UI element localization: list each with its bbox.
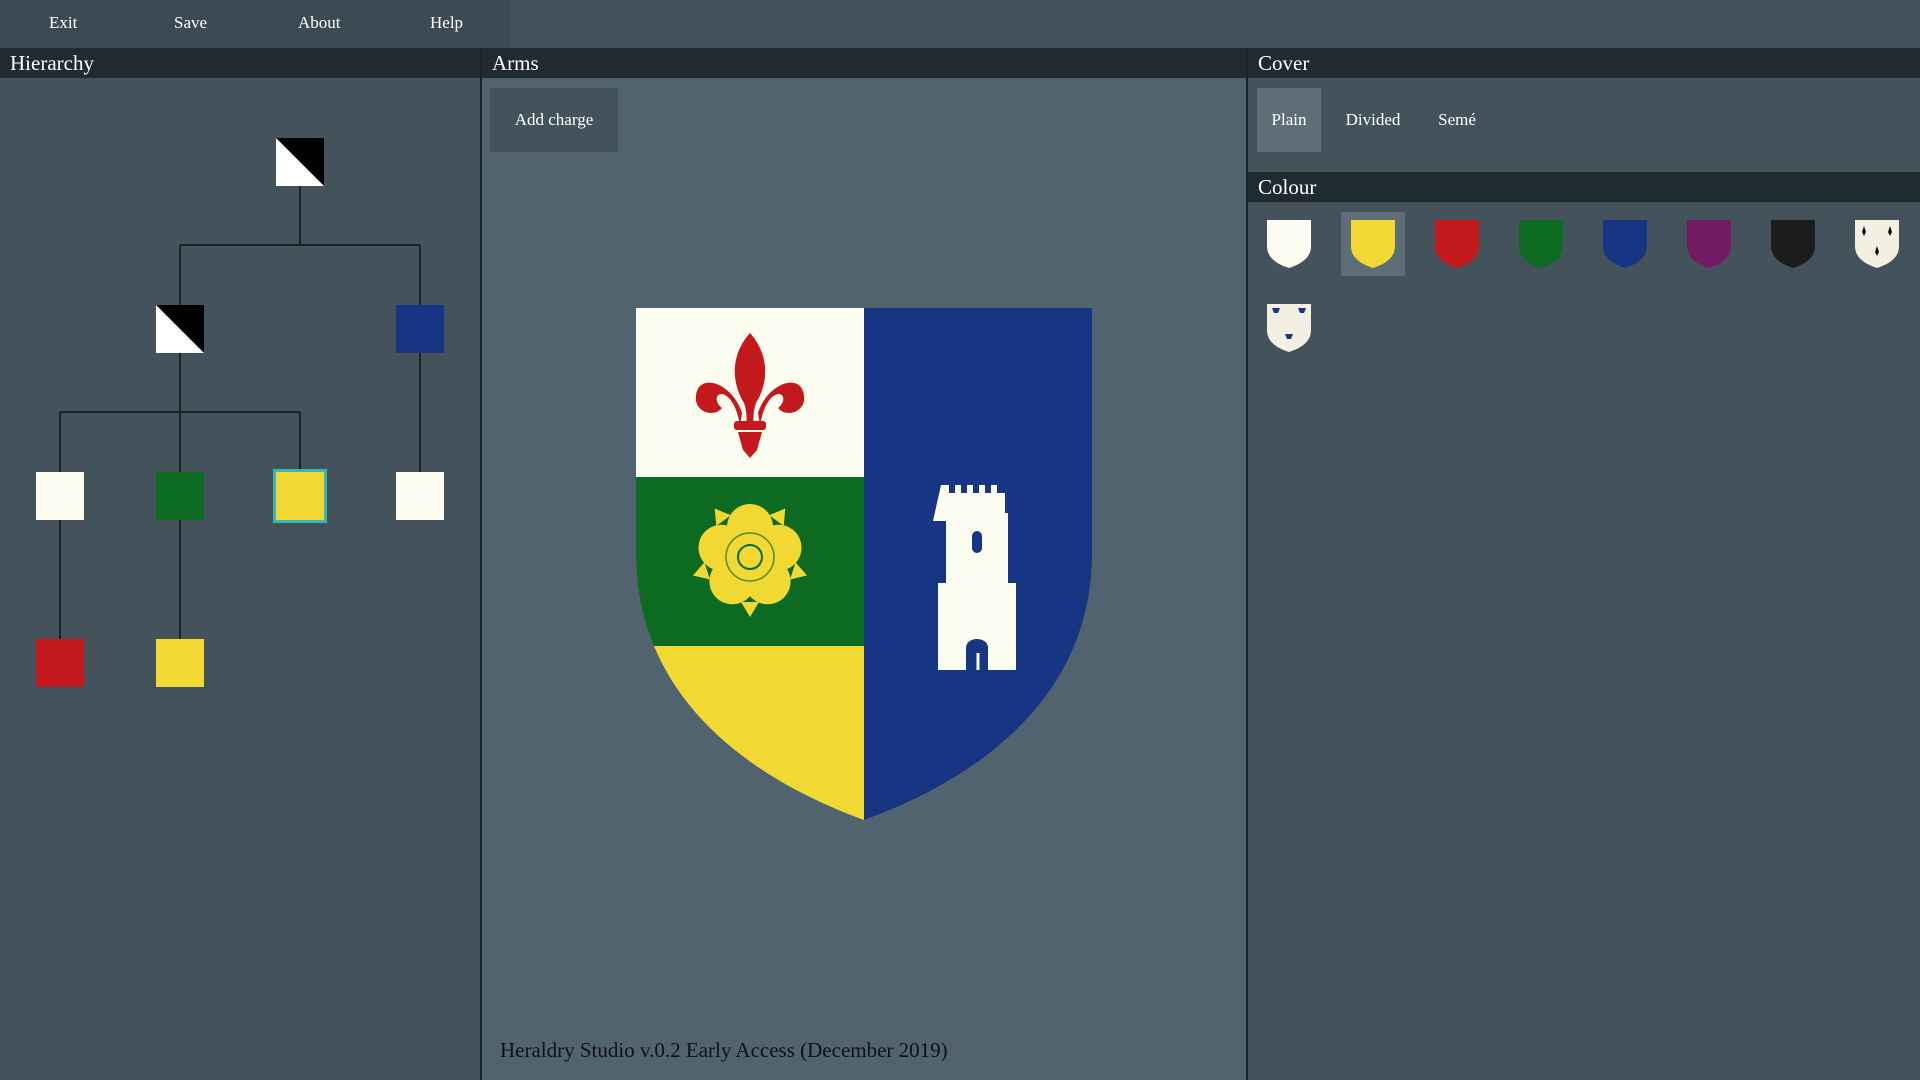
coat-of-arms-shield[interactable]: [636, 308, 1092, 820]
node-argent-quarter[interactable]: [36, 472, 84, 520]
colour-vair-swatch[interactable]: [1257, 296, 1321, 360]
colour-purpure-swatch[interactable]: [1677, 212, 1741, 276]
node-gules-charge[interactable]: [36, 639, 84, 687]
colour-or-swatch[interactable]: [1341, 212, 1405, 276]
hierarchy-panel: [0, 78, 480, 1080]
colour-header: Colour: [1248, 172, 1920, 202]
node-or-quarter[interactable]: [273, 469, 327, 523]
version-label: Heraldry Studio v.0.2 Early Access (Dece…: [500, 1038, 948, 1062]
menu-bar: Exit Save About Help: [0, 0, 1920, 48]
node-or-charge[interactable]: [156, 639, 204, 687]
hierarchy-header: Hierarchy: [0, 48, 480, 78]
cover-plain-button[interactable]: Plain: [1257, 88, 1321, 152]
cover-seme-button[interactable]: Semé: [1425, 88, 1489, 152]
node-vert-quarter[interactable]: [156, 472, 204, 520]
node-root-divided[interactable]: [276, 138, 324, 186]
add-charge-button[interactable]: Add charge: [490, 88, 618, 152]
arms-panel: Heraldry Studio v.0.2 Early Access (Dece…: [482, 78, 1246, 1080]
shield-icon: [1351, 220, 1395, 268]
shield-icon: [1519, 220, 1563, 268]
shield-icon: [1687, 220, 1731, 268]
shield-icon: [1435, 220, 1479, 268]
exit-menu-item[interactable]: Exit: [49, 0, 77, 48]
node-azure-half[interactable]: [396, 305, 444, 353]
node-tower-field[interactable]: [396, 472, 444, 520]
hierarchy-tree-lines: [59, 186, 421, 639]
help-menu-item[interactable]: Help: [430, 0, 463, 48]
colour-azure-swatch[interactable]: [1593, 212, 1657, 276]
shield-icon: [1603, 220, 1647, 268]
colour-argent-swatch[interactable]: [1257, 212, 1321, 276]
colour-sable-swatch[interactable]: [1761, 212, 1825, 276]
shield-icon: [1267, 220, 1311, 268]
ermine-icon: [1855, 220, 1899, 268]
cover-header: Cover: [1248, 48, 1920, 78]
arms-header: Arms: [482, 48, 1246, 78]
colour-gules-swatch[interactable]: [1425, 212, 1489, 276]
colour-ermine-swatch[interactable]: [1845, 212, 1909, 276]
shield-icon: [1771, 220, 1815, 268]
save-menu-item[interactable]: Save: [174, 0, 207, 48]
cover-divided-button[interactable]: Divided: [1341, 88, 1405, 152]
ermine-blue-icon: [1267, 304, 1311, 352]
about-menu-item[interactable]: About: [298, 0, 341, 48]
node-dexter-divided[interactable]: [156, 305, 204, 353]
colour-vert-swatch[interactable]: [1509, 212, 1573, 276]
